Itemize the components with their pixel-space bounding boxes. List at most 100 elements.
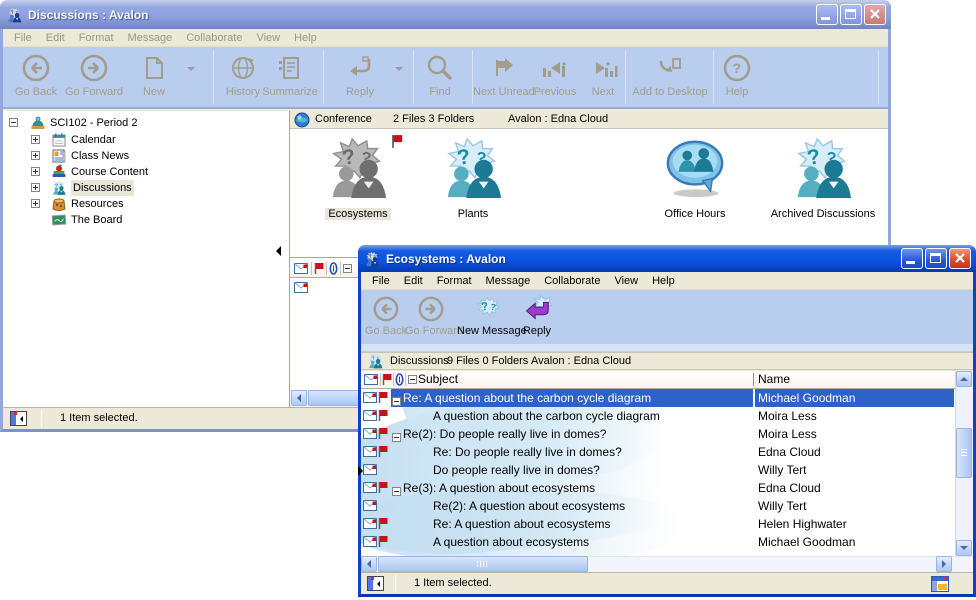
message-row[interactable]: Re(2): Do people really live in domes? M… (361, 425, 955, 443)
menu-message[interactable]: Message (479, 275, 538, 287)
calendar-icon (51, 132, 67, 148)
expand-box-icon[interactable] (31, 183, 40, 192)
name-column-header[interactable]: Name (758, 372, 790, 386)
menu-help[interactable]: Help (645, 275, 682, 287)
menu-file[interactable]: File (7, 32, 39, 44)
scrollbar-thumb[interactable] (378, 556, 588, 572)
flag-icon (378, 409, 388, 422)
go-forward-button[interactable]: Go Forward (405, 293, 457, 337)
new-message-button[interactable]: ?? New Message (457, 293, 521, 337)
add-to-desktop-button[interactable]: Add to Desktop (627, 50, 713, 98)
collapse-all-icon[interactable] (408, 375, 417, 384)
new-dropdown-icon[interactable] (187, 67, 195, 75)
menu-file[interactable]: File (365, 275, 397, 287)
menu-edit[interactable]: Edit (39, 32, 72, 44)
menu-edit[interactable]: Edit (397, 275, 430, 287)
discussion-people-icon (436, 137, 510, 199)
dome-icon (30, 115, 46, 131)
envelope-icon (363, 446, 377, 457)
books-icon (51, 164, 67, 180)
close-button[interactable] (864, 4, 886, 25)
split-view-icon[interactable] (10, 411, 27, 426)
reply-dropdown-icon[interactable] (395, 67, 403, 75)
conference-item-plants[interactable]: Plants (418, 137, 528, 222)
summarize-icon (259, 50, 321, 86)
window-title: Discussions : Avalon (28, 8, 148, 22)
view-grid-icon[interactable] (931, 576, 949, 592)
next-chart-icon (579, 50, 627, 86)
menu-format[interactable]: Format (72, 32, 121, 44)
expand-box-icon[interactable] (31, 151, 40, 160)
menu-view[interactable]: View (607, 275, 645, 287)
pane-type-label: Discussions (390, 355, 449, 367)
find-button[interactable]: Find (416, 50, 464, 98)
message-row[interactable]: Re: A question about the carbon cycle di… (361, 389, 955, 407)
go-back-button[interactable]: Go Back (363, 293, 409, 337)
subject-column-header[interactable]: Subject (418, 372, 458, 386)
menu-collaborate[interactable]: Collaborate (179, 32, 249, 44)
reply-icon (331, 50, 389, 86)
scroll-right-button[interactable] (936, 556, 952, 572)
new-button[interactable]: New (125, 50, 183, 98)
conference-item-ecosystems[interactable]: Ecosystems (303, 137, 413, 222)
toolbar-separator (323, 50, 324, 104)
collapse-all-icon[interactable] (343, 264, 352, 273)
conference-item-office-hours[interactable]: Office Hours (630, 137, 760, 222)
maximize-button[interactable] (840, 4, 862, 25)
flag-icon (378, 445, 388, 458)
minimize-button[interactable] (816, 4, 838, 25)
discussions-titlebar[interactable]: Discussions : Avalon (0, 0, 891, 29)
flag-icon (378, 517, 388, 530)
next-button[interactable]: Next (579, 50, 627, 98)
go-forward-icon (405, 293, 457, 325)
new-document-icon (125, 50, 183, 86)
scroll-up-button[interactable] (956, 371, 972, 387)
minimize-button[interactable] (901, 248, 923, 269)
previous-chart-icon (531, 50, 579, 86)
expand-box-icon[interactable] (31, 167, 40, 176)
menu-message[interactable]: Message (121, 32, 180, 44)
horizontal-scrollbar[interactable] (361, 556, 973, 572)
go-forward-button[interactable]: Go Forward (63, 50, 125, 98)
message-row[interactable]: Re(2): A question about ecosystems Willy… (361, 497, 955, 515)
message-row[interactable]: A question about ecosystems Michael Good… (361, 533, 955, 551)
expand-box-icon[interactable] (31, 199, 40, 208)
desktop: Discussions : Avalon File Edit Format Me… (0, 0, 976, 600)
message-row[interactable]: Do people really live in domes? Willy Te… (361, 461, 955, 479)
menu-format[interactable]: Format (430, 275, 479, 287)
reply-button[interactable]: Reply (514, 293, 560, 337)
message-row[interactable]: Re: A question about ecosystems Helen Hi… (361, 515, 955, 533)
conference-item-archived-discussions[interactable]: Archived Discussions (758, 137, 888, 222)
message-row[interactable]: A question about the carbon cycle diagra… (361, 407, 955, 425)
scroll-down-button[interactable] (956, 540, 972, 556)
reply-button[interactable]: Reply (331, 50, 389, 98)
menu-view[interactable]: View (249, 32, 287, 44)
message-row[interactable]: Re(3): A question about ecosystems Edna … (361, 479, 955, 497)
window-icon (6, 7, 23, 23)
list-position-marker (358, 466, 363, 476)
menu-help[interactable]: Help (287, 32, 324, 44)
previous-button[interactable]: Previous (531, 50, 579, 98)
list-header[interactable]: Subject Name (361, 371, 955, 389)
close-button[interactable] (949, 248, 971, 269)
message-row[interactable]: Re: Do people really live in domes? Edna… (361, 443, 955, 461)
envelope-icon (363, 428, 377, 439)
scroll-left-button[interactable] (291, 390, 307, 406)
help-button[interactable]: ? Help (715, 50, 759, 98)
menu-collaborate[interactable]: Collaborate (537, 275, 607, 287)
ecosystems-titlebar[interactable]: Ecosystems : Avalon (358, 245, 976, 272)
next-unread-button[interactable]: Next Unread (473, 50, 533, 98)
course-tree-pane: SCI102 - Period 2 Calendar (3, 111, 290, 407)
ecosystems-window: Ecosystems : Avalon File Edit Format Mes… (358, 245, 976, 600)
toolbar: Go Back Go Forward ?? New Message (361, 290, 973, 344)
vertical-scrollbar[interactable] (955, 371, 973, 556)
scrollbar-thumb[interactable] (956, 428, 972, 478)
summarize-button[interactable]: Summarize (259, 50, 321, 98)
toolbar-separator (625, 50, 626, 104)
collapse-box-icon[interactable] (9, 118, 18, 127)
expand-box-icon[interactable] (31, 135, 40, 144)
go-back-button[interactable]: Go Back (9, 50, 63, 98)
maximize-button[interactable] (925, 248, 947, 269)
split-view-icon[interactable] (367, 576, 384, 591)
scroll-left-button[interactable] (361, 556, 377, 572)
